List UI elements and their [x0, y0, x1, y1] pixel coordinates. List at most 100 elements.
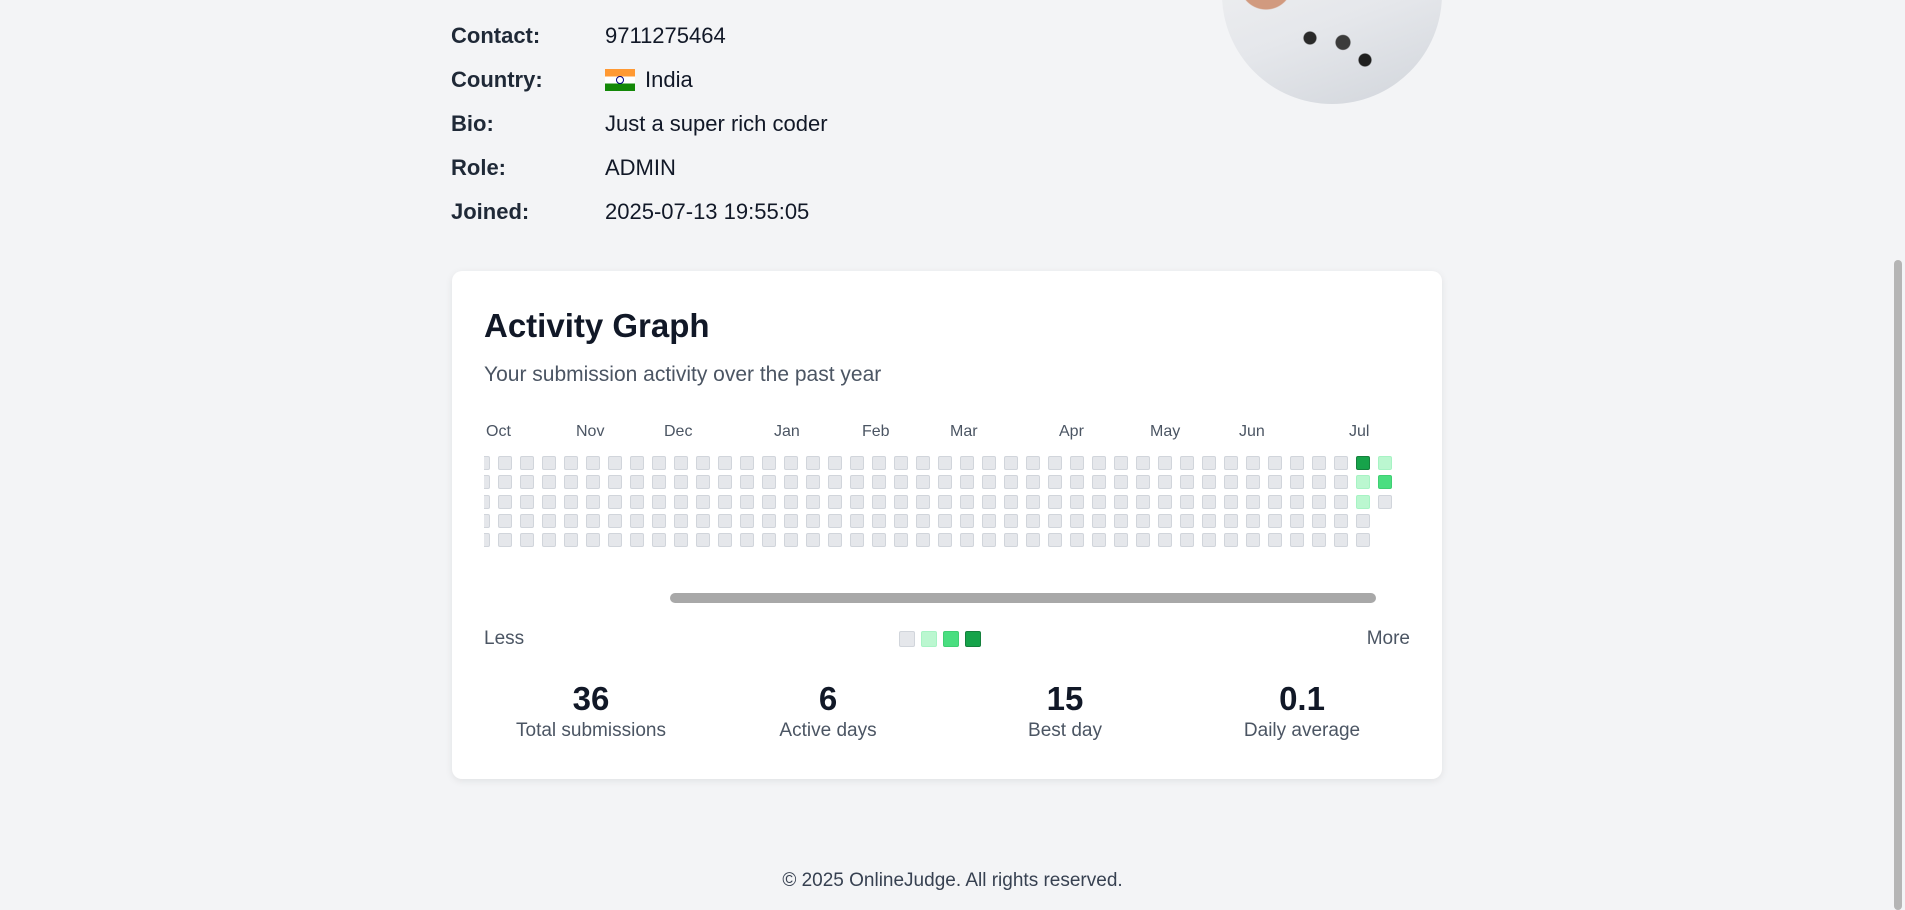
activity-cell — [586, 514, 600, 528]
month-label-apr: Apr — [1059, 423, 1084, 440]
stat-value: 6 — [818, 680, 838, 717]
activity-cell — [982, 533, 996, 547]
activity-cell — [806, 456, 820, 470]
activity-cell — [1202, 475, 1216, 489]
activity-cell — [916, 475, 930, 489]
activity-cell — [806, 533, 820, 547]
activity-cell — [1048, 495, 1062, 509]
activity-cell — [1180, 514, 1194, 528]
activity-cell — [520, 514, 534, 528]
month-labels: Oct Nov Dec Jan Feb Mar Apr May Jun Jul — [484, 423, 1410, 445]
activity-cell — [1290, 456, 1304, 470]
activity-cell — [916, 514, 930, 528]
activity-cell — [740, 533, 754, 547]
month-label-dec: Dec — [664, 423, 693, 440]
activity-cell — [608, 456, 622, 470]
contact-label: Contact: — [451, 23, 541, 48]
activity-cell — [1290, 475, 1304, 489]
activity-cell — [630, 514, 644, 528]
activity-cell — [1224, 533, 1238, 547]
activity-cell — [564, 533, 578, 547]
graph-scrollbar[interactable] — [670, 593, 1376, 603]
role-label: Role: — [451, 155, 506, 180]
activity-cell — [1048, 456, 1062, 470]
activity-cell — [938, 514, 952, 528]
activity-cell — [1224, 456, 1238, 470]
activity-cell — [1290, 514, 1304, 528]
activity-cell — [828, 533, 842, 547]
stat-value: 36 — [572, 680, 610, 717]
activity-cell — [1202, 456, 1216, 470]
activity-cell — [1114, 533, 1128, 547]
activity-cell — [542, 514, 556, 528]
activity-cell — [564, 495, 578, 509]
activity-cell — [542, 475, 556, 489]
activity-cell — [564, 475, 578, 489]
activity-cell — [1312, 495, 1326, 509]
activity-cell — [872, 456, 886, 470]
activity-cell — [828, 514, 842, 528]
activity-cell — [652, 533, 666, 547]
activity-cell — [1268, 533, 1282, 547]
activity-cell — [1004, 533, 1018, 547]
activity-cell — [1202, 533, 1216, 547]
activity-cell — [484, 456, 490, 470]
activity-cell — [1312, 514, 1326, 528]
activity-cell — [1048, 514, 1062, 528]
legend-swatch-empty — [899, 631, 915, 647]
activity-cell — [762, 456, 776, 470]
activity-cell — [1202, 495, 1216, 509]
activity-cell — [850, 495, 864, 509]
activity-cell — [938, 533, 952, 547]
activity-title: Activity Graph — [484, 307, 710, 344]
activity-cell — [1114, 456, 1128, 470]
activity-cell — [894, 456, 908, 470]
activity-cell — [982, 456, 996, 470]
legend-more: More — [1366, 628, 1410, 649]
month-label-may: May — [1150, 423, 1181, 440]
activity-cell — [718, 533, 732, 547]
activity-cell — [740, 475, 754, 489]
activity-cell — [1378, 456, 1392, 470]
joined-value: 2025-07-13 19:55:05 — [605, 199, 810, 224]
activity-cell — [806, 514, 820, 528]
activity-cell — [828, 475, 842, 489]
activity-cell — [784, 495, 798, 509]
activity-cell — [1136, 456, 1150, 470]
stat-active-days: 6 Active days — [728, 679, 928, 743]
country-value-wrap: India — [605, 58, 693, 102]
activity-cell — [1268, 456, 1282, 470]
activity-cell — [1246, 514, 1260, 528]
activity-cell — [1114, 514, 1128, 528]
activity-cell — [1026, 475, 1040, 489]
activity-cell — [1224, 514, 1238, 528]
india-flag-icon — [605, 69, 635, 91]
activity-cell — [784, 456, 798, 470]
activity-cell — [484, 495, 490, 509]
activity-cell — [872, 533, 886, 547]
activity-cell — [1356, 475, 1370, 489]
activity-cell — [1356, 495, 1370, 509]
footer-copyright: © 2025 OnlineJudge. All rights reserved. — [782, 870, 1123, 891]
page-scrollbar[interactable] — [1894, 260, 1902, 910]
activity-cell — [894, 514, 908, 528]
activity-cell — [1158, 533, 1172, 547]
activity-cell — [1378, 495, 1392, 509]
activity-cell — [1070, 475, 1084, 489]
activity-cell — [1334, 475, 1348, 489]
activity-stats: 36 Total submissions 6 Active days 15 Be… — [484, 679, 1410, 749]
activity-cell — [1004, 475, 1018, 489]
activity-cell — [652, 475, 666, 489]
activity-cell — [960, 475, 974, 489]
activity-graph[interactable]: Oct Nov Dec Jan Feb Mar Apr May Jun Jul — [484, 423, 1410, 547]
stat-daily-average: 0.1 Daily average — [1202, 679, 1402, 743]
activity-cell — [718, 456, 732, 470]
activity-cell — [1026, 456, 1040, 470]
activity-cell — [1004, 514, 1018, 528]
activity-cell — [1180, 495, 1194, 509]
activity-cell — [674, 533, 688, 547]
activity-cell — [674, 514, 688, 528]
activity-cell — [1026, 495, 1040, 509]
activity-cell — [1224, 495, 1238, 509]
activity-cell — [630, 475, 644, 489]
